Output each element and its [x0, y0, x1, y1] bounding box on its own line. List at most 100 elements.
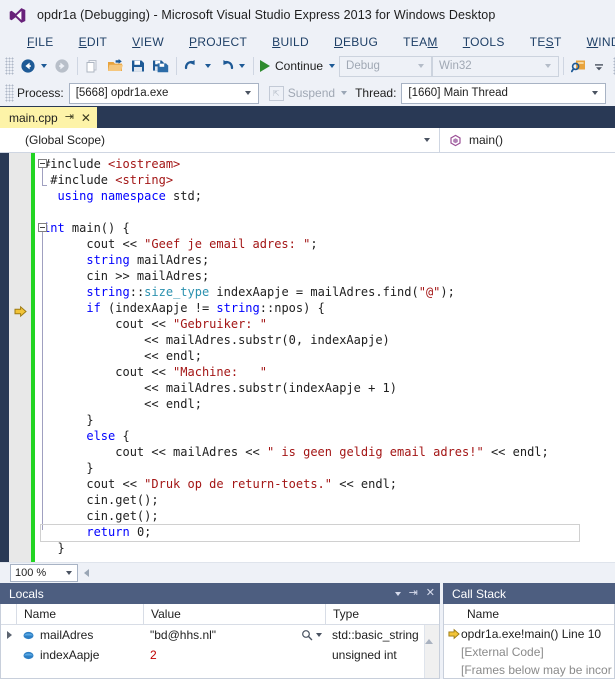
solution-platform-value: Win32 — [439, 60, 472, 72]
menu-item-view[interactable]: VIEW — [132, 35, 164, 49]
redo-icon[interactable] — [215, 55, 237, 77]
locals-vertical-scrollbar[interactable] — [424, 625, 439, 678]
solution-platform-combo[interactable]: Win32 — [432, 56, 559, 77]
magnifier-icon — [301, 629, 313, 641]
continue-label: Continue — [275, 59, 323, 73]
call-stack-grid[interactable]: Name opdr1a.exe!main() Line 10 [Externa — [443, 604, 615, 679]
list-item[interactable]: [Frames below may be incor — [444, 661, 614, 678]
fold-collapse-icon[interactable] — [38, 223, 47, 232]
call-stack-rows[interactable]: opdr1a.exe!main() Line 10 [External Code… — [444, 625, 614, 678]
locals-cell-value[interactable]: "bd@hhs.nl" — [144, 625, 326, 645]
save-icon[interactable] — [127, 55, 149, 77]
solution-configuration-value: Debug — [346, 60, 380, 72]
chevron-right-icon — [7, 631, 12, 639]
locals-rows[interactable]: mailAdres "bd@hhs.nl" — [1, 625, 439, 678]
horizontal-scrollbar[interactable] — [80, 565, 615, 581]
process-combo[interactable]: [5668] opdr1a.exe — [69, 83, 259, 104]
pin-icon[interactable]: ⇥ — [65, 112, 74, 123]
menu-item-file[interactable]: FILE — [27, 35, 54, 49]
locals-col-value[interactable]: Value — [144, 604, 326, 624]
scroll-up-icon[interactable] — [425, 625, 433, 644]
locals-cell-type: std::basic_string — [326, 625, 431, 645]
suspend-icon: ⇱ — [269, 86, 284, 101]
toolbar-separator — [563, 57, 564, 75]
toolbar-separator — [77, 57, 78, 75]
call-stack-column-headers: Name — [444, 604, 614, 625]
window-title: opdr1a (Debugging) - Microsoft Visual St… — [37, 8, 495, 22]
menu-item-edit[interactable]: EDIT — [79, 35, 108, 49]
thread-value: [1660] Main Thread — [408, 87, 508, 99]
locals-name-text: indexAapje — [40, 648, 99, 662]
value-visualizer[interactable] — [301, 629, 326, 641]
menu-item-build[interactable]: BUILD — [272, 35, 309, 49]
member-value: main() — [469, 133, 503, 147]
locals-col-type[interactable]: Type — [326, 604, 426, 624]
fold-guide-line — [42, 168, 43, 185]
chevron-down-icon[interactable] — [316, 633, 322, 637]
menu-item-test[interactable]: TEST — [530, 35, 562, 49]
chevron-down-icon — [418, 64, 424, 68]
table-row[interactable]: mailAdres "bd@hhs.nl" — [1, 625, 439, 645]
editor-status-strip: 100 % — [0, 562, 615, 583]
method-icon — [449, 134, 462, 147]
member-combo[interactable]: main() — [440, 128, 615, 152]
tab-main-cpp[interactable]: main.cpp ⇥ ✕ — [0, 107, 97, 128]
chevron-down-icon[interactable] — [395, 592, 401, 596]
debug-tool-windows: Locals ⇥ ✕ Name Value Type — [0, 583, 615, 679]
menu-item-team[interactable]: TEAM — [403, 35, 438, 49]
expand-toggle[interactable] — [1, 625, 17, 645]
play-icon — [260, 60, 270, 72]
undo-dropdown-icon[interactable] — [205, 64, 211, 68]
process-value: [5668] opdr1a.exe — [76, 87, 169, 99]
locals-cell-value[interactable]: 2 — [144, 645, 326, 665]
toolbar-grip[interactable] — [5, 57, 14, 75]
menu-item-window[interactable]: WINDOW — [587, 35, 615, 49]
visual-studio-logo-icon — [9, 7, 26, 24]
call-stack-title: Call Stack — [452, 587, 610, 601]
toolbar-overflow-icon[interactable] — [590, 55, 608, 77]
table-row[interactable]: indexAapje 2 unsigned int — [1, 645, 439, 665]
title-bar: opdr1a (Debugging) - Microsoft Visual St… — [0, 0, 615, 30]
thread-combo[interactable]: [1660] Main Thread — [401, 83, 606, 104]
continue-dropdown-icon[interactable] — [329, 64, 335, 68]
locals-cell-name: indexAapje — [17, 645, 144, 665]
menu-item-project[interactable]: PROJECT — [189, 35, 247, 49]
chevron-down-icon — [424, 138, 430, 142]
variable-icon — [23, 650, 34, 661]
list-item[interactable]: opdr1a.exe!main() Line 10 — [444, 625, 614, 643]
locals-col-name[interactable]: Name — [17, 604, 144, 624]
fold-collapse-icon[interactable] — [38, 159, 47, 168]
call-stack-window: Call Stack Name opdr1a.exe!main() Line 1… — [443, 583, 615, 679]
breakpoint-margin[interactable] — [9, 153, 31, 562]
close-icon[interactable]: ✕ — [81, 112, 91, 124]
menu-item-tools[interactable]: TOOLS — [463, 35, 505, 49]
locals-grid[interactable]: Name Value Type — [0, 604, 440, 679]
open-file-icon[interactable] — [104, 55, 127, 77]
menu-item-debug[interactable]: DEBUG — [334, 35, 378, 49]
code-text-area[interactable]: #include <iostream> #include <string> us… — [38, 153, 615, 562]
code-editor[interactable]: #include <iostream> #include <string> us… — [0, 153, 615, 562]
list-item[interactable]: [External Code] — [444, 643, 614, 661]
scope-combo[interactable]: (Global Scope) — [0, 128, 440, 152]
zoom-level-combo[interactable]: 100 % — [10, 564, 78, 582]
editor-left-rail — [0, 153, 9, 562]
pin-icon[interactable]: ⇥ — [409, 588, 418, 599]
locals-window: Locals ⇥ ✕ Name Value Type — [0, 583, 443, 679]
source-code[interactable]: #include <iostream> #include <string> us… — [38, 153, 615, 556]
find-in-files-icon[interactable] — [568, 55, 590, 77]
continue-button[interactable]: Continue — [258, 59, 327, 73]
navigate-backward-icon[interactable] — [17, 55, 39, 77]
toolbar-grip[interactable] — [5, 84, 14, 102]
toolbar-separator — [176, 57, 177, 75]
redo-dropdown-icon[interactable] — [239, 64, 245, 68]
toolbar-separator — [253, 57, 254, 75]
close-icon[interactable]: ✕ — [426, 588, 435, 599]
call-stack-col-name[interactable]: Name — [460, 607, 614, 621]
undo-icon[interactable] — [181, 55, 203, 77]
navigate-backward-dropdown-icon[interactable] — [41, 64, 47, 68]
call-stack-frame-text: [Frames below may be incor — [461, 663, 612, 677]
solution-configuration-combo[interactable]: Debug — [339, 56, 432, 77]
save-all-icon[interactable] — [149, 55, 172, 77]
locals-value-text: "bd@hhs.nl" — [150, 628, 216, 642]
scroll-left-icon[interactable] — [84, 569, 89, 577]
